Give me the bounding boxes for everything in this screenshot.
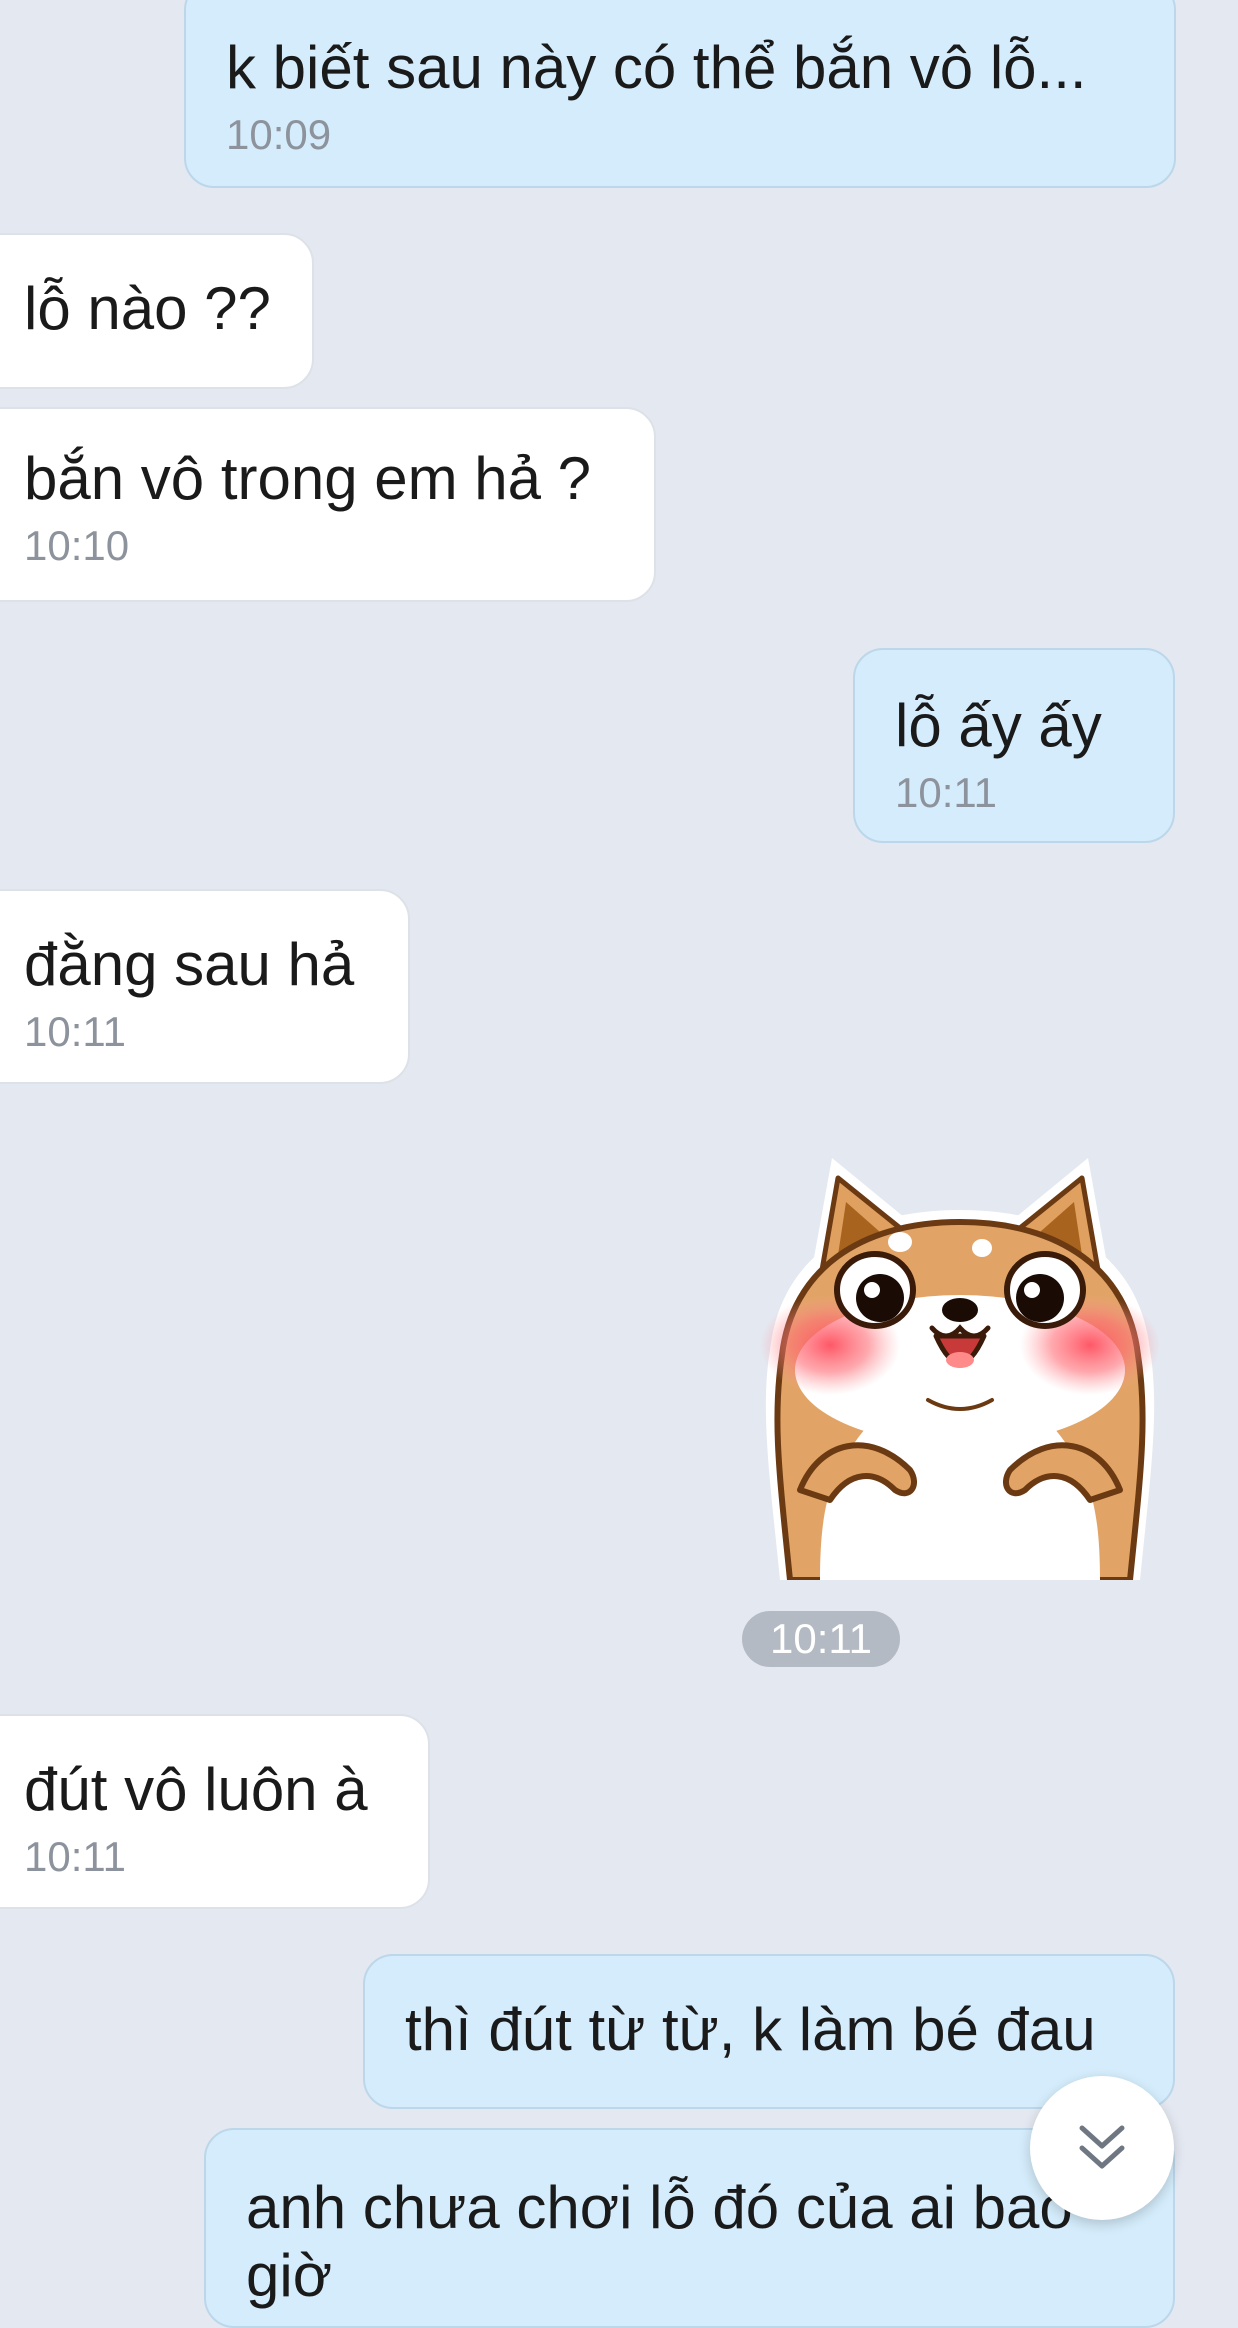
message-bubble-incoming[interactable]: lỗ nào ?? — [0, 233, 314, 389]
scroll-to-bottom-button[interactable] — [1030, 2076, 1174, 2220]
sticker-time-badge: 10:11 — [742, 1611, 900, 1667]
message-bubble-incoming[interactable]: bắn vô trong em hả ? 10:10 — [0, 407, 656, 602]
message-text: đằng sau hả — [24, 931, 355, 998]
double-chevron-down-icon — [1079, 2125, 1125, 2169]
message-bubble-outgoing[interactable]: thì đút từ từ, k làm bé đau — [363, 1954, 1175, 2109]
message-bubble-incoming[interactable]: đằng sau hả 10:11 — [0, 889, 410, 1084]
message-time: 10:11 — [24, 1008, 126, 1055]
message-bubble-outgoing[interactable]: k biết sau này có thể bắn vô lỗ... 10:09 — [184, 0, 1176, 188]
message-text: bắn vô trong em hả ? — [24, 445, 592, 512]
message-text: đút vô luôn à — [24, 1756, 368, 1823]
message-text: lỗ nào ?? — [24, 275, 271, 342]
message-time: 10:10 — [24, 522, 130, 569]
message-time: 10:11 — [24, 1833, 126, 1880]
message-bubble-outgoing[interactable]: lỗ ấy ấy 10:11 — [853, 648, 1175, 843]
message-text: lỗ ấy ấy — [895, 692, 1102, 759]
message-text: anh chưa chơi lỗ đó của ai bao giờ — [246, 2174, 1073, 2309]
sticker-image — [760, 1158, 1160, 1583]
message-time: 10:11 — [895, 769, 997, 816]
message-bubble-outgoing[interactable]: anh chưa chơi lỗ đó của ai bao giờ — [204, 2128, 1175, 2328]
message-bubble-incoming[interactable]: đút vô luôn à 10:11 — [0, 1714, 430, 1909]
message-text: k biết sau này có thể bắn vô lỗ... — [226, 34, 1087, 101]
message-time: 10:09 — [226, 111, 332, 158]
shiba-dog-blushing-sticker[interactable] — [760, 1150, 1160, 1583]
message-text: thì đút từ từ, k làm bé đau — [405, 1996, 1096, 2063]
